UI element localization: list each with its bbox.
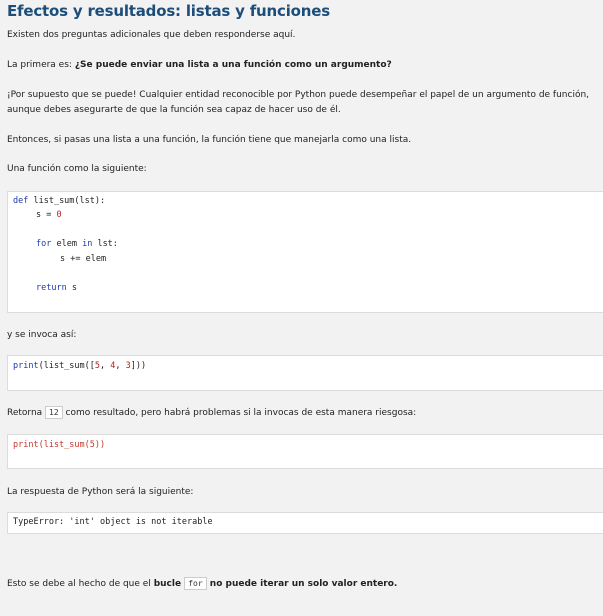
for-inline-code: for (184, 577, 207, 590)
final-text: Esto se debe al hecho de que el bucle fo… (7, 577, 397, 592)
zero-literal: 0 (56, 210, 62, 220)
in-keyword: in (82, 239, 93, 249)
intro-text: Existen dos preguntas adicionales que de… (7, 30, 296, 40)
for-var: elem (51, 239, 83, 249)
error-output: TypeError: 'int' object is not iterable (13, 517, 213, 527)
code-line-print-call: print(list_sum([5, 4, 3])) (13, 361, 146, 371)
then-text: Entonces, si pasas una lista a una funci… (7, 135, 412, 145)
question-prefix: La primera es: (7, 60, 75, 70)
code-block-function[interactable]: def list_sum(lst): s = 0 for elem in lst… (7, 191, 603, 313)
return-value: s (66, 283, 77, 293)
question-text: La primera es: ¿Se puede enviar una list… (7, 58, 392, 73)
code-line-assign: s = 0 (36, 210, 62, 220)
returns-suffix: como resultado, pero habrá problemas si … (62, 408, 417, 418)
s-assign: s = (36, 210, 57, 220)
code-block-risky[interactable]: print(list_sum(5)) (7, 434, 603, 469)
code-block-error[interactable]: TypeError: 'int' object is not iterable (7, 512, 603, 534)
code-block-invoke[interactable]: print(list_sum([5, 4, 3])) (7, 355, 603, 391)
call-open: (list_sum([ (38, 361, 95, 371)
code-line-for: for elem in lst: (36, 239, 118, 249)
final-bold-2: no puede iterar un solo valor entero. (206, 579, 398, 589)
def-keyword: def (13, 196, 29, 206)
returns-prefix: Retorna (7, 408, 46, 418)
function-signature: list_sum(lst): (28, 196, 106, 206)
for-iterable: lst: (92, 239, 118, 249)
code-line-return: return s (36, 283, 77, 293)
code-line-def: def list_sum(lst): (13, 196, 105, 206)
separator-2: , (115, 361, 126, 371)
page-title: Efectos y resultados: listas y funciones (7, 2, 330, 20)
function-intro: Una función como la siguiente: (7, 164, 147, 174)
answer-line-2: aunque debes asegurarte de que la funció… (7, 105, 341, 115)
returns-value-code: 12 (45, 406, 63, 419)
code-line-risky-call: print(list_sum(5)) (13, 440, 106, 450)
answer-line-1: ¡Por supuesto que se puede! Cualquier en… (7, 90, 590, 100)
call-close: ])) (130, 361, 147, 371)
returns-text: Retorna 12 como resultado, pero habrá pr… (7, 406, 416, 421)
final-bold-1: bucle (153, 579, 185, 589)
question-bold: ¿Se puede enviar una lista a una función… (74, 60, 392, 70)
return-keyword: return (36, 283, 67, 293)
code-line-accumulate: s += elem (60, 254, 107, 264)
final-prefix: Esto se debe al hecho de que el (7, 579, 154, 589)
for-keyword: for (36, 239, 52, 249)
print-keyword: print (13, 361, 39, 371)
separator-1: , (100, 361, 111, 371)
python-response-text: La respuesta de Python será la siguiente… (7, 487, 194, 497)
invoke-text: y se invoca así: (7, 330, 77, 340)
